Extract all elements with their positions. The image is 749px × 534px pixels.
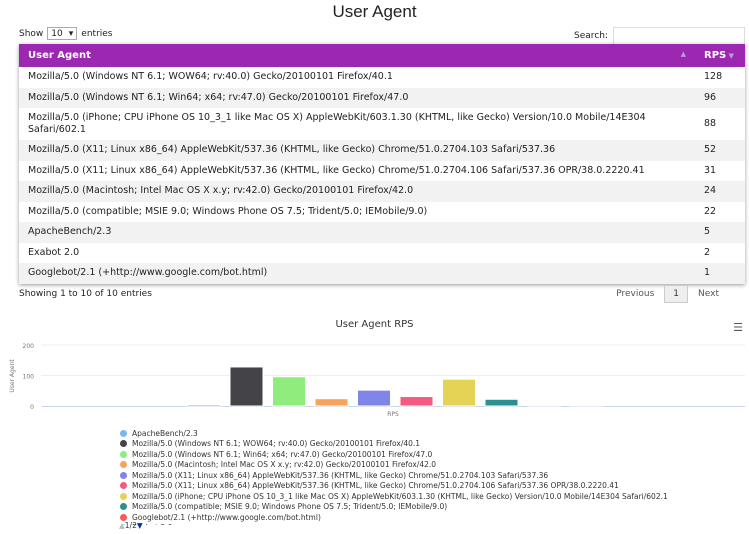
bar[interactable] [314,398,349,407]
legend-item[interactable]: Mozilla/5.0 (Windows NT 6.1; Win64; x64;… [120,449,668,460]
bar[interactable] [484,398,519,407]
bar[interactable] [527,404,561,407]
legend-marker-icon [120,492,127,500]
y-tick-label: 200 [23,343,35,350]
legend-marker-icon [120,471,127,479]
bar[interactable] [399,396,434,407]
legend-item[interactable]: Mozilla/5.0 (Windows NT 6.1; WOW64; rv:4… [120,439,668,450]
legend-marker-icon [120,513,127,521]
legend-item[interactable]: Exabot 2.0 [120,523,668,525]
x-tick-label: RPS [387,411,399,418]
chart-legend: ApacheBench/2.3 Mozilla/5.0 (Windows NT 6… [120,428,668,525]
legend-marker-icon [120,503,127,511]
legend-item[interactable]: ApacheBench/2.3 [120,428,668,439]
bar-chart: 0 100 200 RPS User Agent [9,343,745,418]
bar[interactable] [229,366,264,407]
y-tick-label: 100 [23,374,35,381]
y-tick-label: 0 [30,404,34,411]
legend-down-icon[interactable]: ▼ [137,521,143,530]
legend-item[interactable]: Mozilla/5.0 (Macintosh; Intel Mac OS X x… [120,460,668,471]
bar[interactable] [272,376,306,407]
bar[interactable] [357,389,391,407]
legend-item[interactable]: Mozilla/5.0 (X11; Linux x86_64) AppleWeb… [120,481,668,492]
legend-item[interactable]: Mozilla/5.0 (iPhone; CPU iPhone OS 10_3_… [120,491,668,502]
bar[interactable] [187,403,221,407]
legend-item[interactable]: Mozilla/5.0 (X11; Linux x86_64) AppleWeb… [120,470,668,481]
legend-marker-icon [120,440,127,448]
legend-marker-icon [120,429,127,437]
y-axis-label: User Agent [9,359,16,393]
legend-marker-icon [120,482,127,490]
legend-nav: ▲1/2▼ [119,521,143,530]
legend-item[interactable]: Googlebot/2.1 (+http://www.google.com/bo… [120,512,668,523]
legend-marker-icon [120,450,127,458]
legend-page: 1/2 [124,521,137,530]
bar[interactable] [569,404,604,407]
legend-marker-icon [120,461,127,469]
legend-item[interactable]: Mozilla/5.0 (compatible; MSIE 9.0; Windo… [120,502,668,513]
bar[interactable] [442,378,476,407]
